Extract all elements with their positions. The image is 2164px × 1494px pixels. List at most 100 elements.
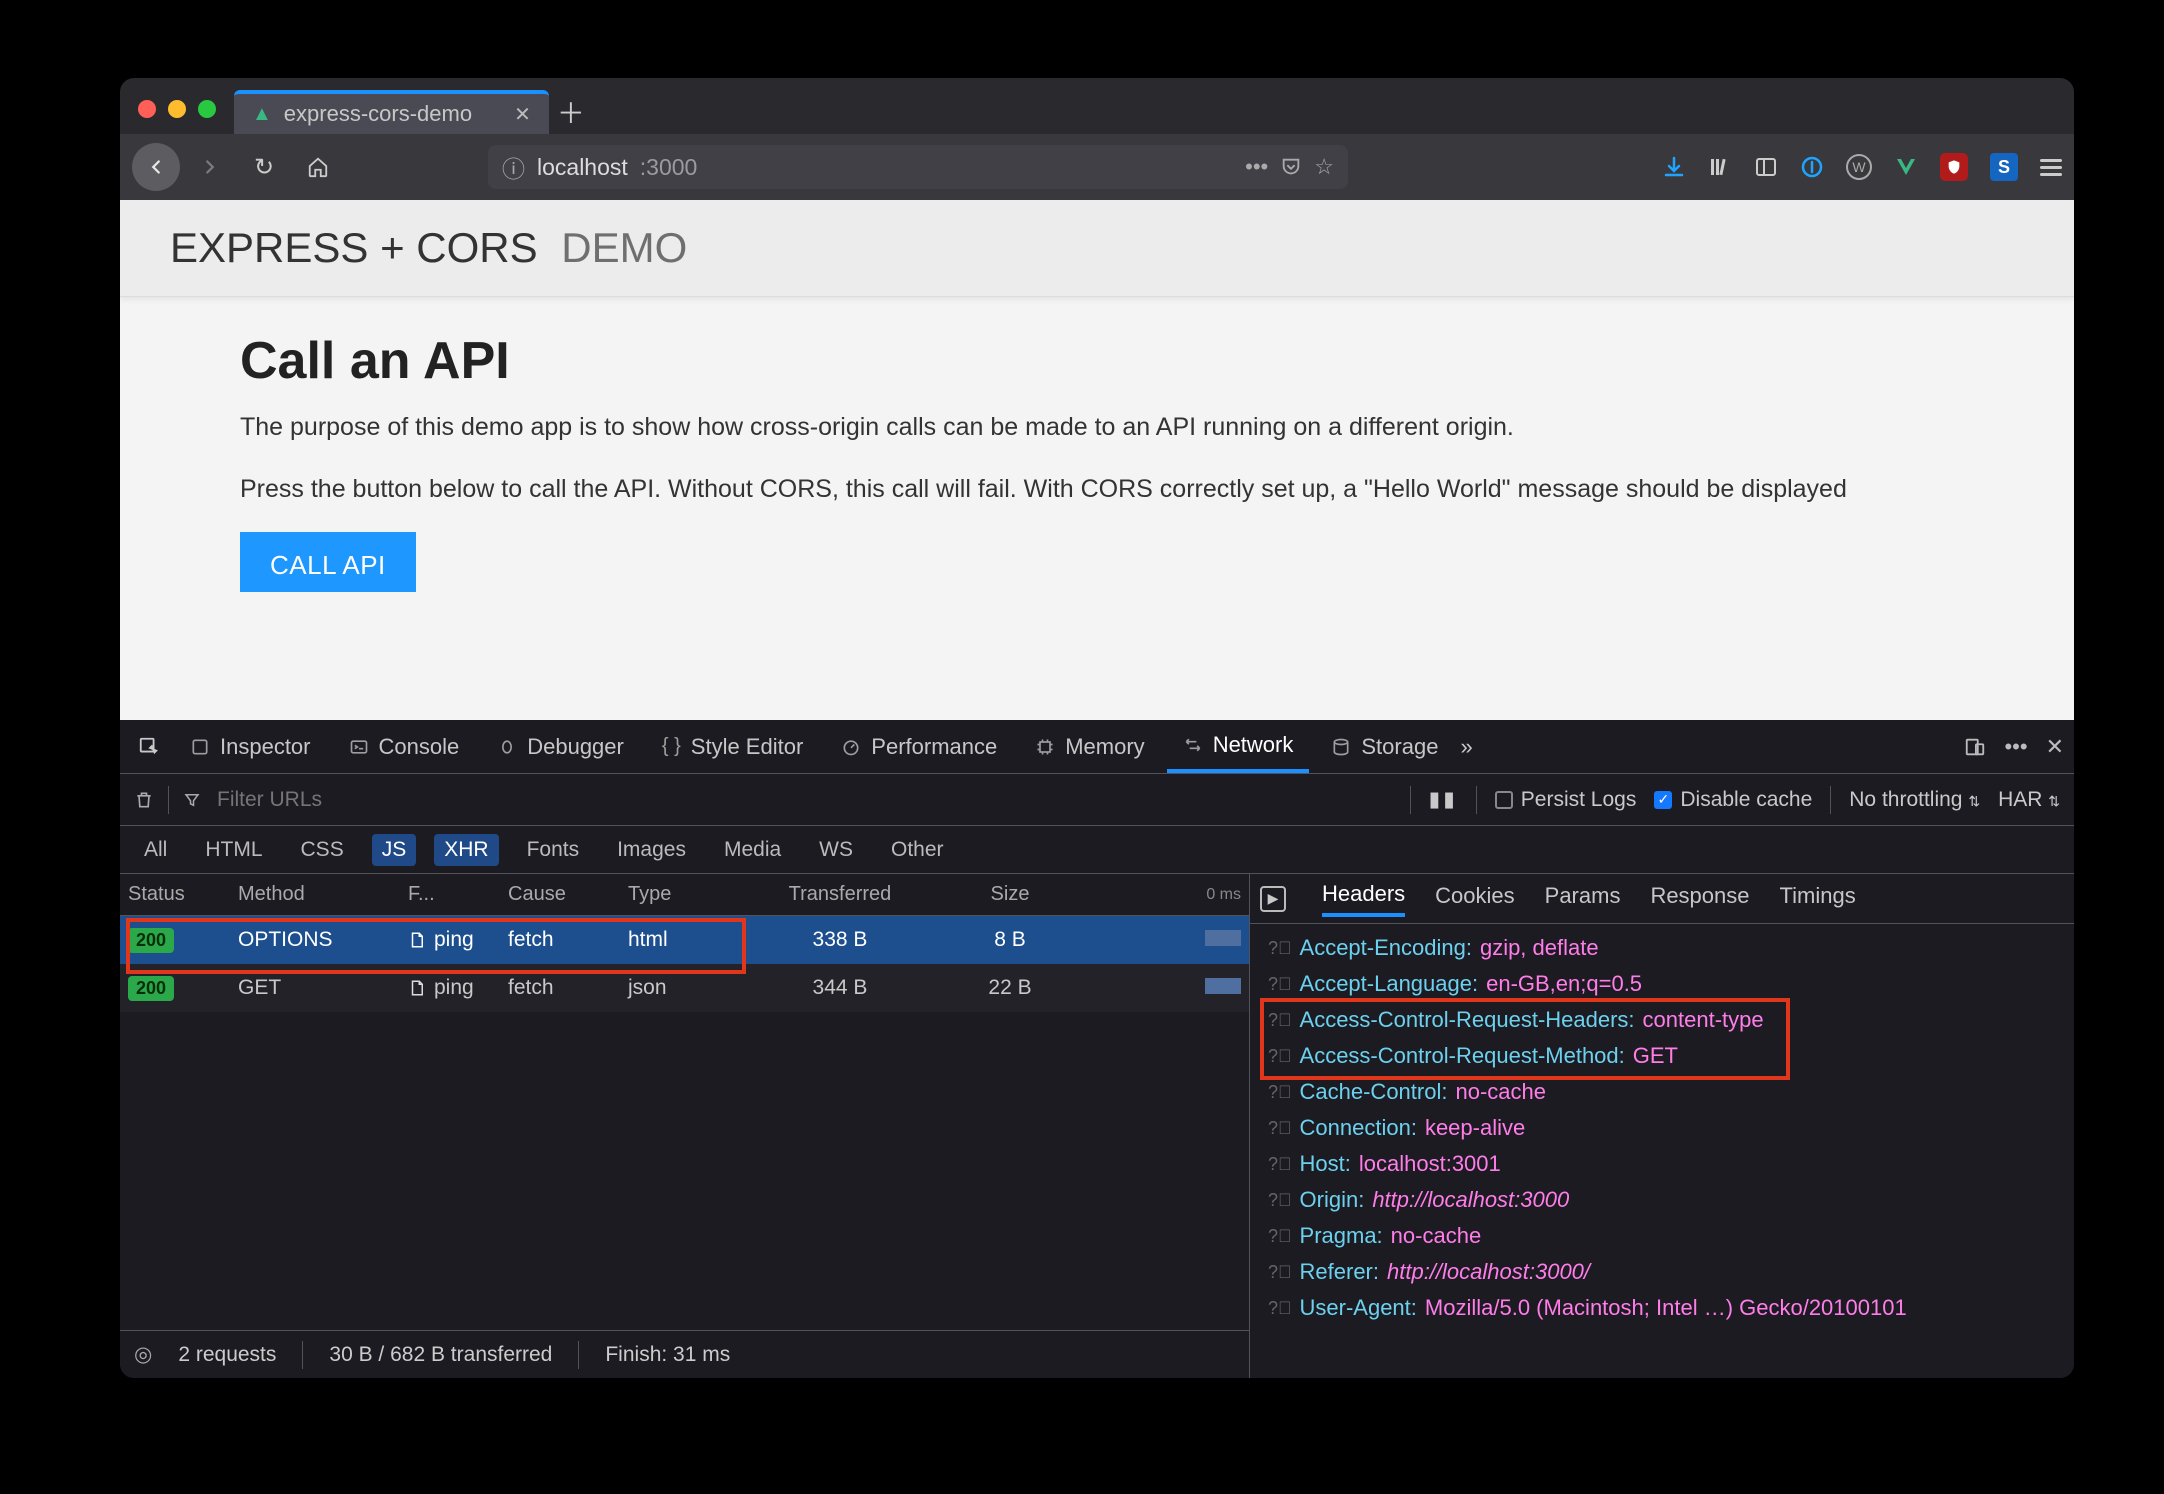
address-bar[interactable]: ⓘ localhost:3000 ••• ☆: [488, 145, 1348, 189]
close-window-button[interactable]: [138, 100, 156, 118]
request-row[interactable]: 200OPTIONSpingfetchhtml338 B8 B: [120, 916, 1249, 964]
header-line: ?⃝Referer: http://localhost:3000/: [1268, 1254, 2056, 1290]
col-type[interactable]: Type: [620, 883, 740, 906]
perf-analysis-icon[interactable]: ◎: [134, 1342, 152, 1367]
filter-urls-input[interactable]: [215, 787, 475, 813]
back-button[interactable]: [132, 143, 180, 191]
library-icon[interactable]: [1708, 155, 1732, 179]
network-toolbar: ▮▮ Persist Logs ✓Disable cache No thrott…: [120, 774, 2074, 826]
onepassword-icon[interactable]: [1800, 155, 1824, 179]
chevron-updown-icon: ⇅: [1968, 793, 1980, 809]
disable-cache-toggle[interactable]: ✓Disable cache: [1654, 788, 1812, 812]
request-type-filters: All HTML CSS JS XHR Fonts Images Media WS Other: [120, 826, 2074, 874]
network-columns-header: Status Method F... Cause Type Transferre…: [120, 874, 1249, 916]
col-transferred[interactable]: Transferred: [740, 883, 940, 906]
browser-window: ▲ express-cors-demo ✕ ＋ ↻ ⓘ localhost:30…: [120, 78, 2074, 1378]
header-line: ?⃝Origin: http://localhost:3000: [1268, 1182, 2056, 1218]
tab-title: express-cors-demo: [284, 101, 472, 127]
filter-html[interactable]: HTML: [195, 834, 272, 866]
persist-logs-toggle[interactable]: Persist Logs: [1495, 788, 1637, 812]
page-title-strong: EXPRESS + CORS: [170, 224, 538, 271]
responsive-mode-icon[interactable]: [1964, 736, 1986, 758]
help-icon[interactable]: ?⃝: [1268, 1218, 1292, 1254]
ublock-icon[interactable]: [1940, 153, 1968, 181]
resend-request-button[interactable]: ▶: [1260, 886, 1286, 912]
tab-debugger[interactable]: Debugger: [481, 720, 640, 773]
col-file[interactable]: F...: [400, 883, 500, 906]
details-tab-timings[interactable]: Timings: [1780, 883, 1856, 915]
filter-xhr[interactable]: XHR: [434, 834, 498, 866]
pocket-icon[interactable]: [1280, 156, 1302, 178]
extension-s-icon[interactable]: S: [1990, 153, 2018, 181]
minimize-window-button[interactable]: [168, 100, 186, 118]
col-size[interactable]: Size: [940, 883, 1080, 906]
col-cause[interactable]: Cause: [500, 883, 620, 906]
tab-storage[interactable]: Storage: [1315, 720, 1454, 773]
tab-network[interactable]: Network: [1167, 720, 1310, 773]
tab-performance[interactable]: Performance: [825, 720, 1013, 773]
site-info-icon[interactable]: ⓘ: [502, 150, 525, 184]
tab-style-editor[interactable]: { }Style Editor: [646, 720, 819, 773]
header-line: ?⃝Access-Control-Request-Method: GET: [1268, 1038, 2056, 1074]
extension-w-icon[interactable]: W: [1846, 154, 1872, 180]
help-icon[interactable]: ?⃝: [1268, 1182, 1292, 1218]
forward-button[interactable]: [186, 143, 234, 191]
filter-media[interactable]: Media: [714, 834, 791, 866]
help-icon[interactable]: ?⃝: [1268, 1254, 1292, 1290]
call-api-button[interactable]: CALL API: [240, 532, 416, 592]
details-tab-params[interactable]: Params: [1545, 883, 1621, 915]
vue-devtools-icon[interactable]: [1894, 155, 1918, 179]
sidebar-icon[interactable]: [1754, 155, 1778, 179]
transferred-summary: 30 B / 682 B transferred: [329, 1343, 552, 1367]
browser-tab-active[interactable]: ▲ express-cors-demo ✕: [234, 90, 549, 134]
details-tab-response[interactable]: Response: [1650, 883, 1749, 915]
home-button[interactable]: [294, 143, 342, 191]
filter-all[interactable]: All: [134, 834, 177, 866]
col-waterfall[interactable]: 0 ms: [1080, 886, 1249, 904]
downloads-icon[interactable]: [1662, 155, 1686, 179]
filter-fonts[interactable]: Fonts: [517, 834, 590, 866]
col-method[interactable]: Method: [230, 883, 400, 906]
help-icon[interactable]: ?⃝: [1268, 1290, 1292, 1326]
close-tab-button[interactable]: ✕: [514, 102, 531, 127]
help-icon[interactable]: ?⃝: [1268, 1074, 1292, 1110]
tab-inspector[interactable]: Inspector: [174, 720, 327, 773]
filter-css[interactable]: CSS: [291, 834, 354, 866]
bookmark-icon[interactable]: ☆: [1314, 154, 1334, 180]
document-icon: [408, 931, 426, 949]
help-icon[interactable]: ?⃝: [1268, 930, 1292, 966]
tab-memory[interactable]: Memory: [1019, 720, 1160, 773]
help-icon[interactable]: ?⃝: [1268, 1002, 1292, 1038]
help-icon[interactable]: ?⃝: [1268, 1038, 1292, 1074]
chevron-updown-icon: ⇅: [2048, 793, 2060, 809]
request-details-panel: ▶ Headers Cookies Params Response Timing…: [1250, 874, 2074, 1378]
app-menu-button[interactable]: [2040, 159, 2062, 176]
throttling-dropdown[interactable]: No throttling ⇅: [1849, 788, 1980, 812]
pause-icon[interactable]: ▮▮: [1429, 787, 1458, 812]
pick-element-icon[interactable]: [130, 736, 168, 758]
help-icon[interactable]: ?⃝: [1268, 1146, 1292, 1182]
new-tab-button[interactable]: ＋: [549, 90, 593, 134]
maximize-window-button[interactable]: [198, 100, 216, 118]
page-actions-icon[interactable]: •••: [1245, 154, 1268, 180]
close-devtools-button[interactable]: ✕: [2046, 734, 2064, 760]
har-dropdown[interactable]: HAR ⇅: [1998, 788, 2060, 812]
filter-other[interactable]: Other: [881, 834, 954, 866]
details-tab-headers[interactable]: Headers: [1322, 881, 1405, 917]
request-row[interactable]: 200GETpingfetchjson344 B22 B: [120, 964, 1249, 1012]
more-tabs-icon[interactable]: »: [1460, 734, 1472, 760]
clear-requests-button[interactable]: [134, 790, 154, 810]
devtools-menu-icon[interactable]: •••: [2004, 734, 2027, 760]
col-status[interactable]: Status: [120, 883, 230, 906]
filter-js[interactable]: JS: [372, 834, 417, 866]
requests-count: 2 requests: [178, 1343, 276, 1367]
tab-console[interactable]: Console: [333, 720, 476, 773]
reload-button[interactable]: ↻: [240, 143, 288, 191]
filter-ws[interactable]: WS: [809, 834, 863, 866]
help-icon[interactable]: ?⃝: [1268, 1110, 1292, 1146]
help-icon[interactable]: ?⃝: [1268, 966, 1292, 1002]
header-line: ?⃝User-Agent: Mozilla/5.0 (Macintosh; In…: [1268, 1290, 2056, 1326]
filter-images[interactable]: Images: [607, 834, 696, 866]
page-title-light: DEMO: [561, 224, 687, 271]
details-tab-cookies[interactable]: Cookies: [1435, 883, 1514, 915]
